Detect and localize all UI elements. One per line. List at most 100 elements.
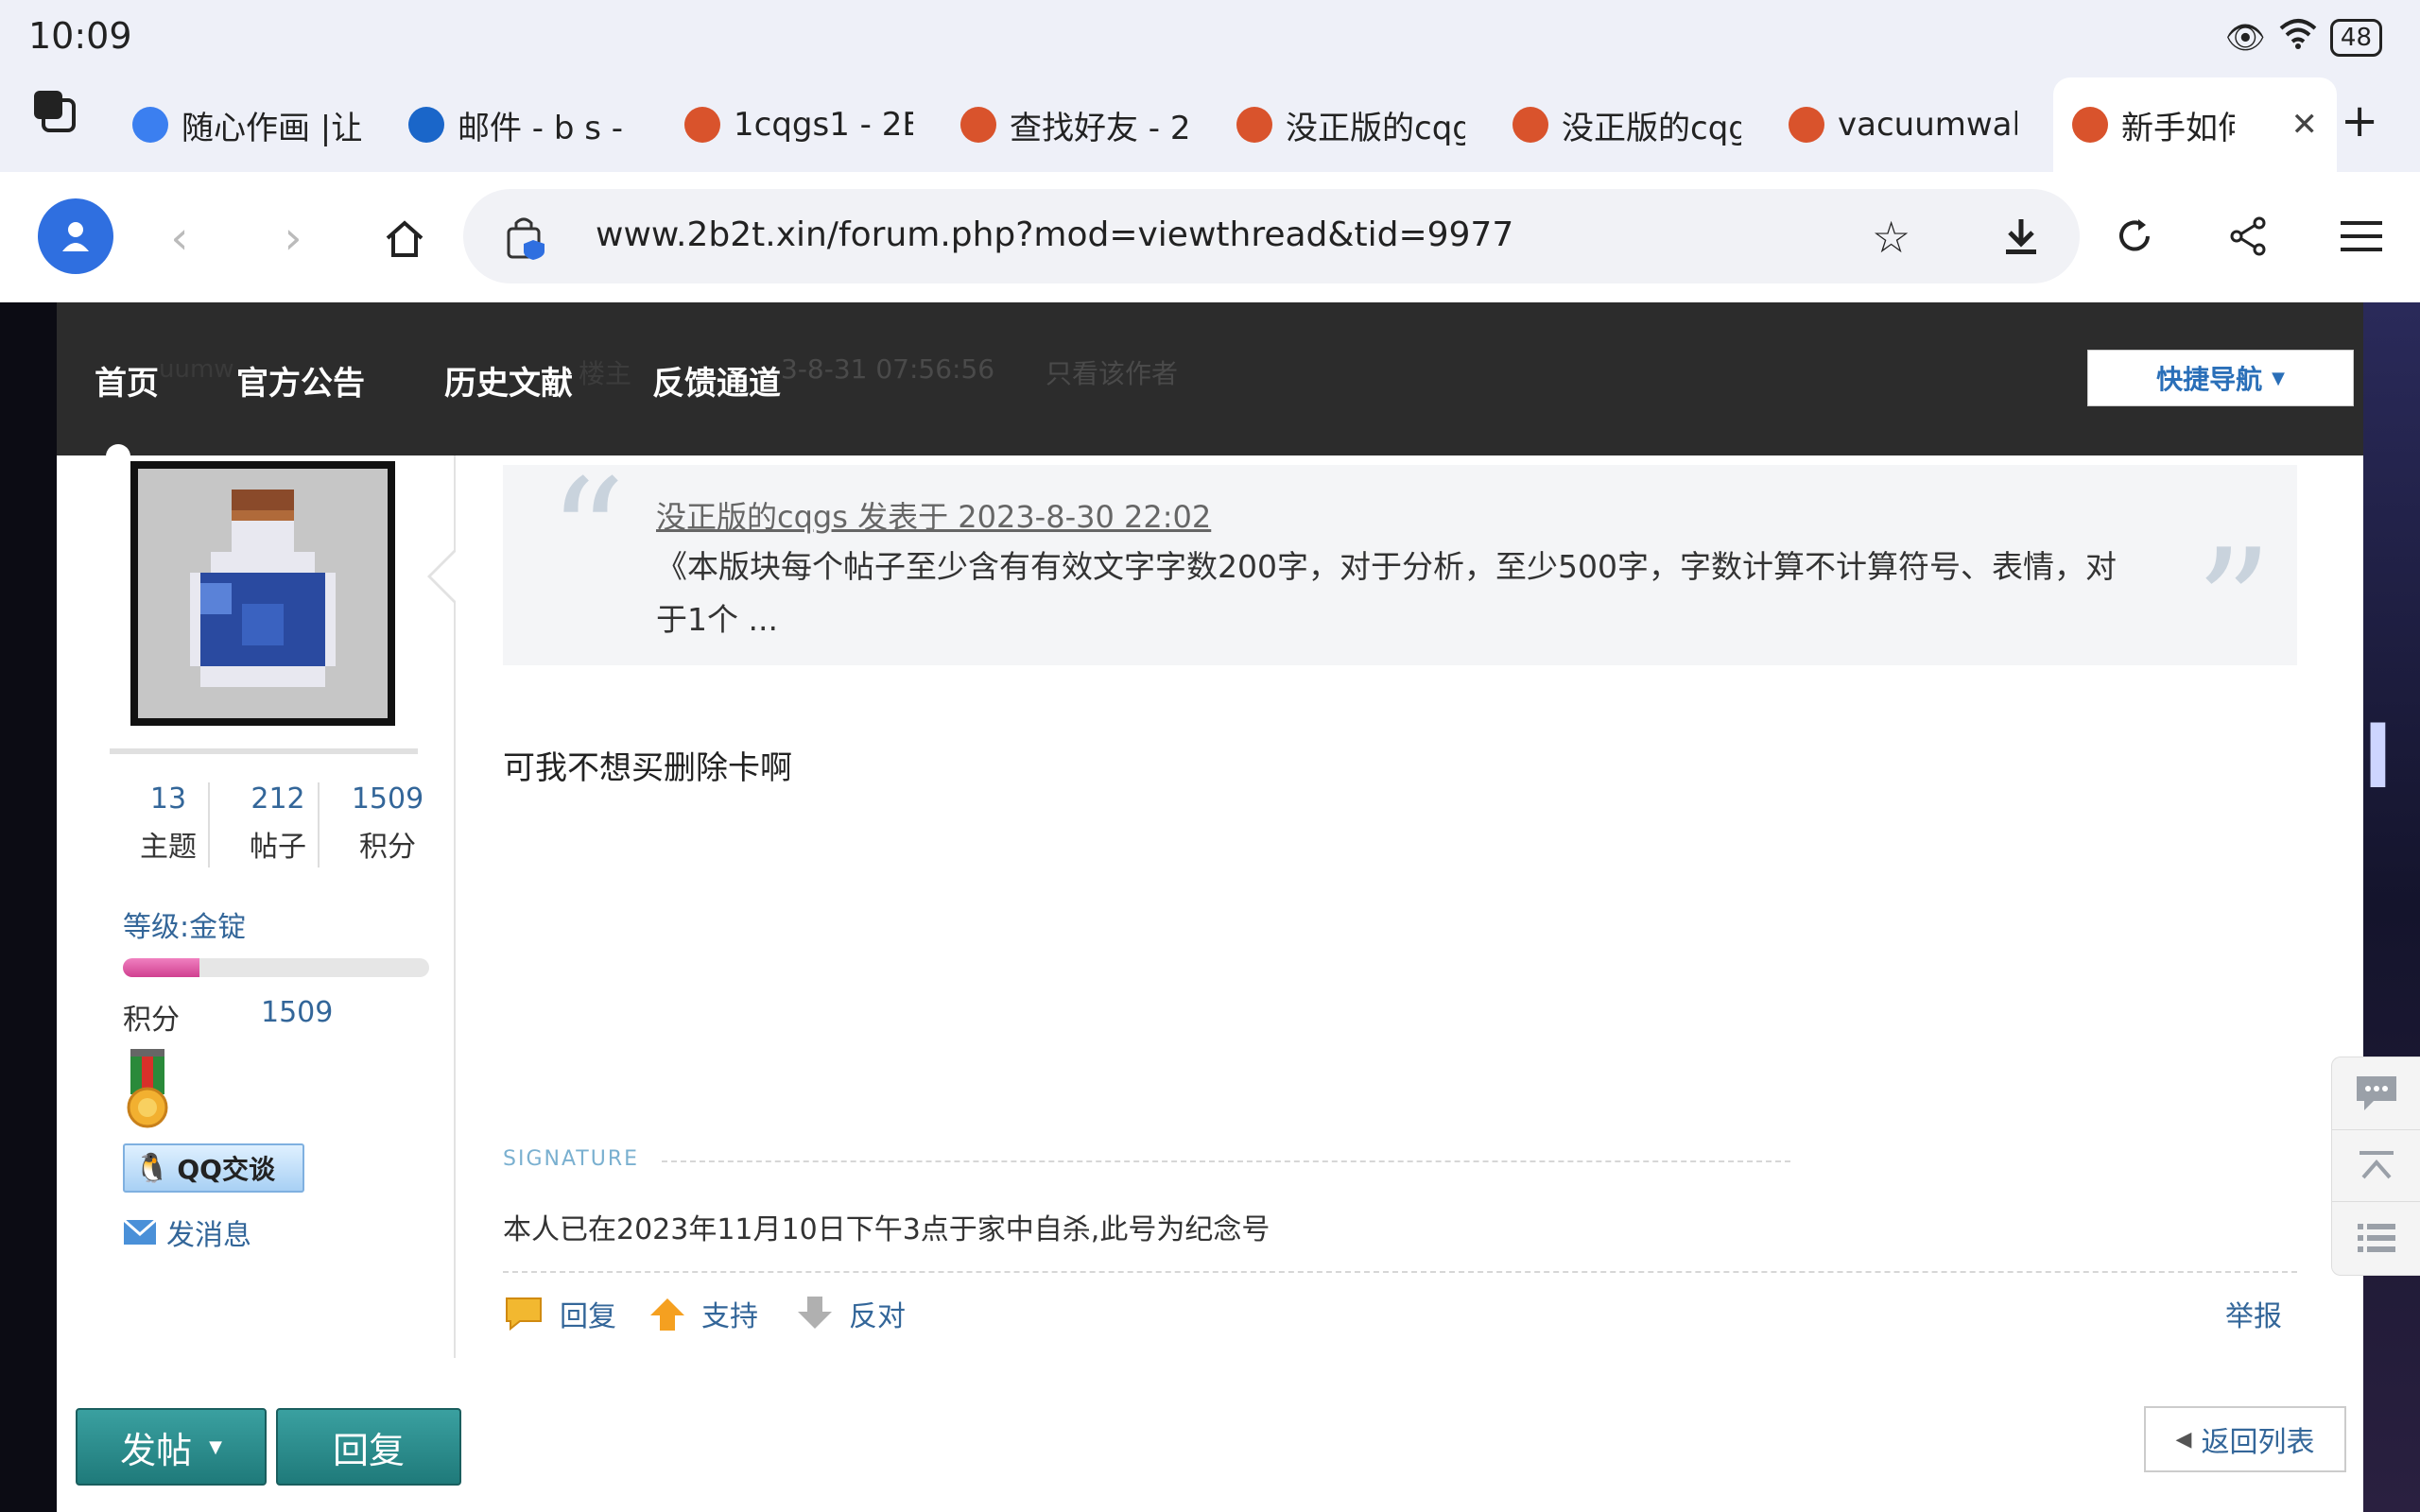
nav-home[interactable]: 首页: [95, 357, 159, 404]
page-left-background: [0, 302, 57, 1512]
download-icon[interactable]: [1995, 210, 2048, 263]
reply-action-label: 回复: [560, 1300, 616, 1333]
forum-icon: [684, 107, 720, 143]
stat-label: 帖子: [250, 831, 306, 864]
reply-action[interactable]: 回复: [503, 1293, 616, 1334]
outlook-icon: [408, 107, 444, 143]
list-icon[interactable]: [2332, 1201, 2420, 1274]
ghost-post-time: 3-8-31 07:56:56: [781, 353, 995, 385]
forum-icon: [1512, 107, 1548, 143]
battery-indicator: 48: [2329, 18, 2382, 57]
menu-icon[interactable]: [2335, 210, 2388, 263]
side-float-tools: [2331, 1057, 2420, 1276]
browser-tab[interactable]: 没正版的cqg: [1236, 77, 1482, 172]
stat-value: 1509: [351, 782, 424, 816]
send-message-label: 发消息: [166, 1219, 251, 1252]
stat-value: 13: [149, 782, 187, 816]
stat-separator: [318, 782, 320, 868]
bookmark-star-icon[interactable]: ☆: [1872, 212, 1910, 263]
back-to-top-icon[interactable]: [2332, 1129, 2420, 1202]
tab-label: 邮件 - b s -: [458, 109, 624, 147]
tab-label: vacuumwalk: [1838, 106, 2017, 144]
caret-down-icon: ▼: [2272, 368, 2285, 388]
actions-divider: [503, 1271, 2297, 1273]
avatar-indicator-dot: [106, 444, 130, 469]
support-action[interactable]: 支持: [648, 1293, 758, 1334]
qq-chat-button[interactable]: 🐧 QQ交谈: [123, 1143, 304, 1193]
tab-label: 随心作画 |让: [182, 109, 361, 147]
close-tab-icon[interactable]: ✕: [2291, 106, 2319, 144]
ghost-username: uumw: [159, 355, 234, 384]
reply-button[interactable]: 回复: [276, 1408, 461, 1486]
author-stat[interactable]: 1509 积分: [333, 782, 442, 865]
browser-tab[interactable]: 查找好友 - 2: [960, 77, 1206, 172]
forum-icon: [1789, 107, 1824, 143]
reply-button-label: 回复: [332, 1429, 405, 1471]
medal-icon: [123, 1049, 172, 1134]
tab-label: 没正版的cqg: [1286, 109, 1465, 147]
address-bar[interactable]: www.2b2t.xin/forum.php?mod=viewthread&ti…: [463, 189, 2080, 284]
thumbs-up-arrow-icon: [650, 1298, 684, 1331]
user-level: 等级:金锭: [123, 911, 247, 944]
forward-icon[interactable]: ›: [265, 210, 321, 266]
tab-label: 查找好友 - 2: [1010, 109, 1189, 147]
share-icon[interactable]: [2221, 210, 2274, 263]
post-body: 可我不想买删除卡啊: [503, 749, 792, 787]
quote-block: “ ” 没正版的cqgs 发表于 2023-8-30 22:02 《本版块每个帖…: [503, 459, 2297, 680]
potion-icon: [138, 469, 388, 718]
wifi-icon: [2279, 17, 2317, 58]
author-stat[interactable]: 212 帖子: [223, 782, 333, 865]
browser-tab[interactable]: vacuumwalk: [1789, 77, 2034, 172]
url-text[interactable]: www.2b2t.xin/forum.php?mod=viewthread&ti…: [596, 215, 1513, 254]
back-to-list-button[interactable]: ◀ 返回列表: [2144, 1406, 2346, 1472]
new-post-label: 发帖: [120, 1429, 193, 1471]
browser-tab[interactable]: 邮件 - b s -: [408, 77, 654, 172]
comment-icon[interactable]: [2332, 1057, 2420, 1129]
stat-label: 积分: [359, 831, 416, 864]
site-security-icon[interactable]: [505, 214, 550, 265]
caret-left-icon: ◀: [2175, 1427, 2192, 1452]
qq-penguin-icon: 🐧: [134, 1151, 170, 1185]
quote-source-link[interactable]: 没正版的cqgs 发表于 2023-8-30 22:02: [656, 493, 1211, 537]
profile-avatar-icon[interactable]: [38, 198, 113, 274]
quick-nav-button[interactable]: 快捷导航 ▼: [2087, 350, 2354, 406]
tab-label: 没正版的cqg: [1562, 109, 1741, 147]
stat-separator: [208, 782, 210, 868]
browser-tab[interactable]: 1cqgs1 - 2B: [684, 77, 930, 172]
reply-bubble-icon: [506, 1297, 542, 1332]
quote-text: 《本版块每个帖子至少含有有效文字字数200字，对于分析，至少500字，字数计算不…: [656, 548, 2117, 638]
back-icon[interactable]: ‹: [151, 210, 208, 266]
oppose-action[interactable]: 反对: [796, 1293, 906, 1334]
browser-tab[interactable]: 没正版的cqg: [1512, 77, 1758, 172]
author-stat[interactable]: 13 主题: [113, 782, 223, 865]
tab-label: 新手如何: [2121, 109, 2235, 147]
home-icon[interactable]: [376, 210, 433, 266]
level-progress-fill: [123, 958, 199, 977]
reload-icon[interactable]: [2108, 210, 2161, 263]
forum-icon: [960, 107, 996, 143]
status-bar: 10:09 👁 48: [0, 0, 2420, 77]
browser-tab[interactable]: 新手如何 ✕: [2053, 77, 2337, 172]
points-label: 积分: [123, 1004, 180, 1037]
avatar[interactable]: [130, 461, 395, 726]
points-value: 1509: [261, 996, 334, 1029]
nav-announcements[interactable]: 官方公告: [236, 357, 365, 404]
forum-icon: [2072, 107, 2108, 143]
report-link[interactable]: 举报: [2225, 1293, 2282, 1334]
signature-label: SIGNATURE: [503, 1147, 640, 1171]
quick-nav-label: 快捷导航: [2156, 364, 2263, 395]
nav-feedback[interactable]: 反馈通道: [652, 357, 781, 404]
background-glyph-icon: l: [2363, 709, 2393, 808]
new-post-button[interactable]: 发帖 ▼: [76, 1408, 267, 1486]
nav-history[interactable]: 历史文献: [444, 357, 573, 404]
post-pointer-inner: [431, 550, 458, 603]
open-quote-icon: “: [548, 446, 626, 623]
send-message-link[interactable]: 发消息: [123, 1211, 251, 1253]
status-icons: 👁 48: [2225, 17, 2382, 58]
tab-overview-icon[interactable]: [30, 87, 78, 134]
oppose-action-label: 反对: [849, 1300, 906, 1333]
new-tab-icon[interactable]: +: [2341, 94, 2378, 147]
signature-text: 本人已在2023年11月10日下午3点于家中自杀,此号为纪念号: [503, 1213, 1270, 1246]
browser-tab[interactable]: 随心作画 |让: [132, 77, 378, 172]
back-to-list-label: 返回列表: [2201, 1426, 2315, 1459]
